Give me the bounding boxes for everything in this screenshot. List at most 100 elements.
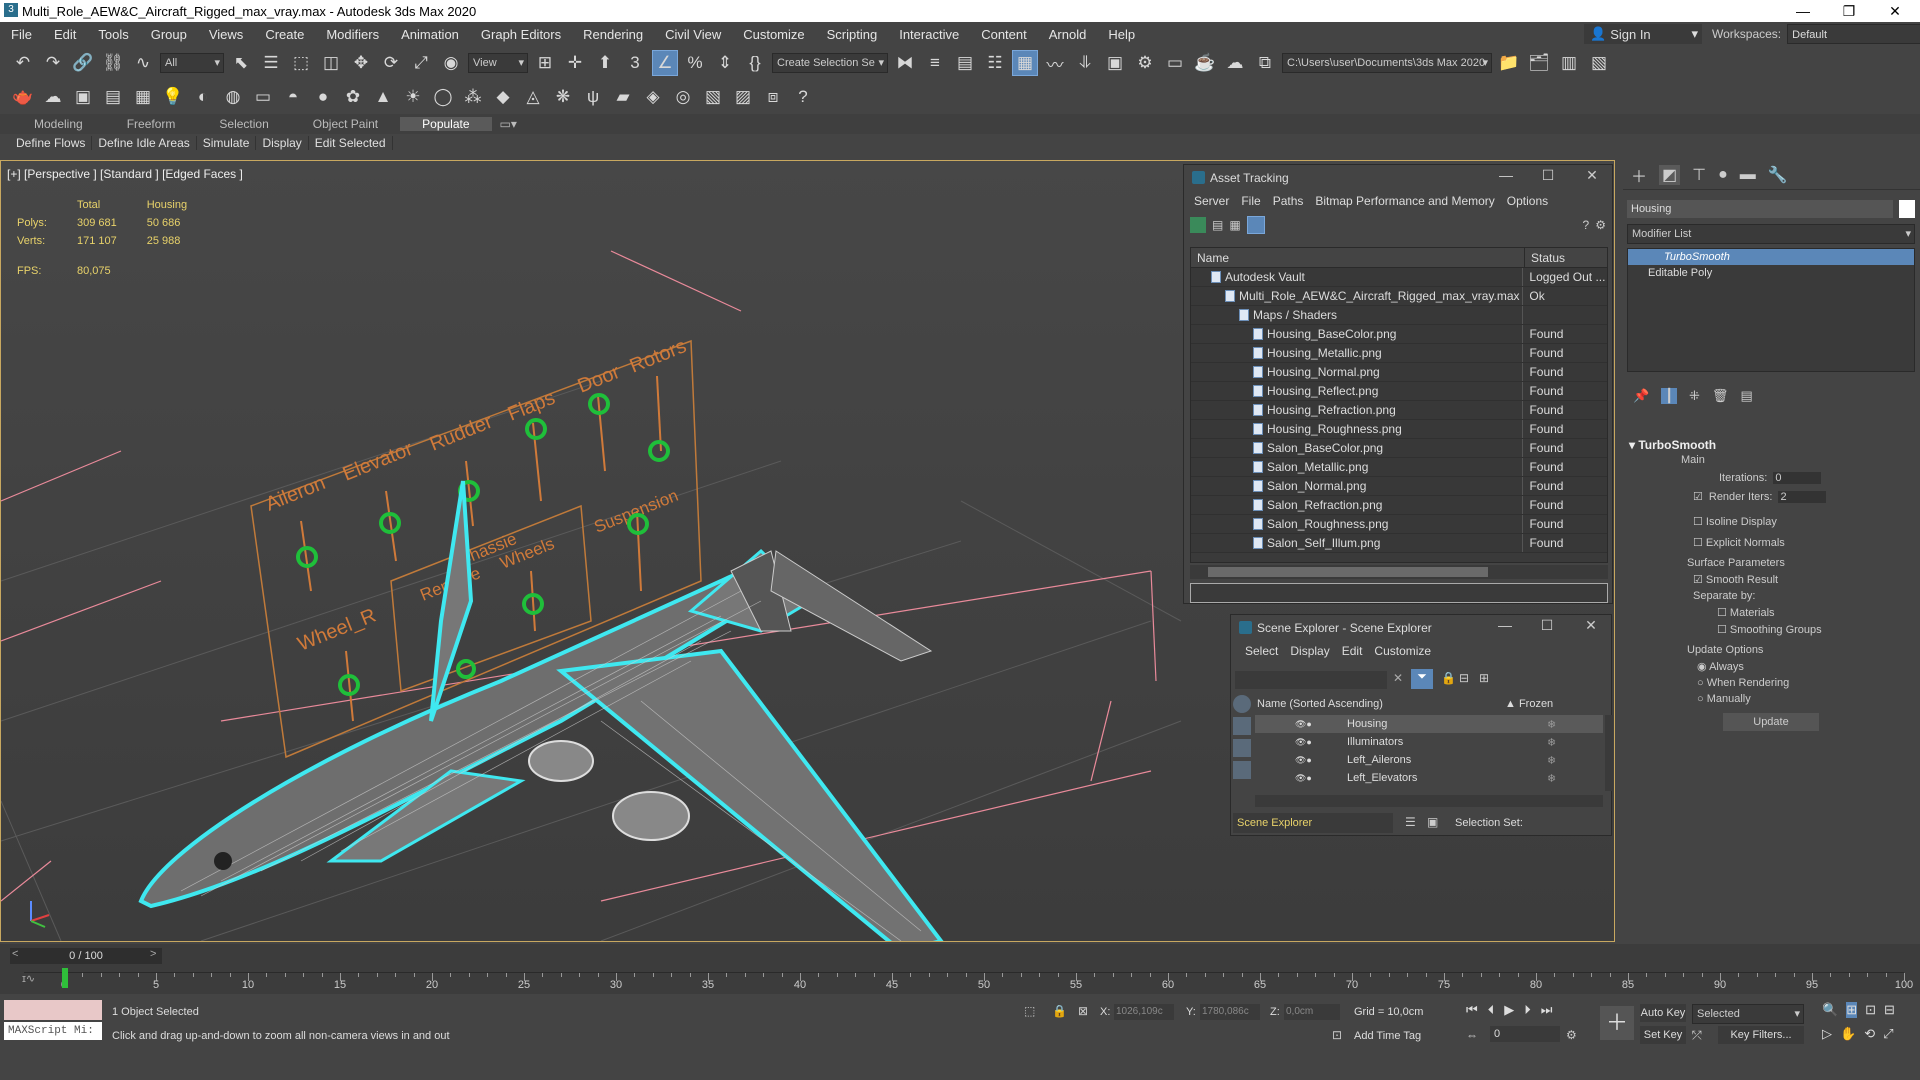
orbit-icon[interactable]: ⟲ [1864,1026,1875,1042]
timeline-track[interactable]: 0510152025303540455055606570758085909510… [24,972,1913,991]
rollout-title[interactable]: ▾ TurboSmooth [1629,438,1915,452]
menu-file[interactable]: File [0,27,43,42]
col-name-header[interactable]: Name [1191,248,1525,267]
scene-object-row[interactable]: 👁● Left_Elevators ❄ [1255,769,1603,787]
ies-light-icon[interactable]: ✿ [340,84,366,110]
smooth-result-checkbox[interactable]: ☑ Smooth Result [1629,573,1915,586]
zoom-extents-all-icon[interactable]: ⊟ [1884,1002,1895,1018]
visibility-icon[interactable]: 👁● [1255,773,1347,784]
show-end-result-icon[interactable]: ┃ [1661,388,1678,404]
vray-material-icon[interactable]: ◎ [670,84,696,110]
select-manipulate-icon[interactable]: ✛ [562,50,588,76]
project-folder-icon[interactable]: 📁 [1496,50,1522,76]
pan-icon[interactable]: ✋ [1840,1026,1856,1042]
ribbon-toggle-icon[interactable]: ▦ [1012,50,1038,76]
pivot-icon[interactable]: ⊞ [532,50,558,76]
rendered-frame-icon[interactable]: ▭ [1162,50,1188,76]
vray-proxy-icon[interactable]: ◆ [490,84,516,110]
selection-lock-icon[interactable]: 🔒 [1052,1004,1067,1018]
scale-icon[interactable]: ⤢ [408,50,434,76]
asset-row[interactable]: Salon_Roughness.png Found [1191,515,1607,534]
asset-row[interactable]: Housing_Roughness.png Found [1191,420,1607,439]
sign-in-button[interactable]: 👤 Sign In ▾ [1584,24,1702,44]
edit-named-selection-icon[interactable]: {} [742,50,768,76]
absolute-mode-icon[interactable]: ⊠ [1078,1004,1088,1018]
vray-converter-icon[interactable]: ⧈ [760,84,786,110]
freeze-icon[interactable]: ❄ [1517,754,1556,767]
minimize-icon[interactable]: — [1486,167,1526,183]
fur-icon[interactable]: ⁂ [460,84,486,110]
link-icon[interactable]: 🔗 [70,50,96,76]
menu-content[interactable]: Content [970,27,1038,42]
at-menu-bitmap[interactable]: Bitmap Performance and Memory [1309,194,1500,208]
light-icon[interactable] [1233,739,1251,757]
asset-row[interactable]: Salon_BaseColor.png Found [1191,439,1607,458]
time-tag-icon[interactable]: ⊡ [1332,1028,1342,1042]
modify-tab-icon[interactable]: ◩ [1659,164,1681,185]
set-key-big-icon[interactable]: ＋ [1600,1006,1634,1040]
close-icon[interactable]: ✕ [1872,0,1918,22]
named-selection-dropdown[interactable]: Create Selection Se [772,53,888,73]
explorer-type-dropdown[interactable]: Scene Explorer [1233,813,1393,833]
previous-frame-icon[interactable]: ⏴ [1488,1002,1495,1018]
camera-icon[interactable] [1233,761,1251,779]
y-coordinate-field[interactable]: 1780,086c [1200,1004,1260,1020]
key-filters-button[interactable]: Key Filters... [1718,1026,1804,1044]
freeze-icon[interactable]: ❄ [1517,718,1556,731]
asset-row[interactable]: Housing_Reflect.png Found [1191,382,1607,401]
clear-search-icon[interactable]: ✕ [1393,671,1403,685]
close-icon[interactable]: ✕ [1571,617,1611,634]
vertical-scrollbar[interactable] [1605,715,1613,791]
bind-space-warp-icon[interactable]: ∿ [130,50,156,76]
tab-selection[interactable]: Selection [197,117,290,131]
object-color-swatch[interactable] [1899,200,1915,218]
ambient-light-icon[interactable]: ▲ [370,84,396,110]
ribbon-options-icon[interactable]: ▭▾ [492,117,525,131]
tab-populate[interactable]: Populate [400,117,492,131]
col-status-header[interactable]: Status [1525,248,1565,267]
menu-rendering[interactable]: Rendering [572,27,654,42]
dome-light-icon[interactable]: ◓ [280,84,306,110]
display-tab-icon[interactable]: ▬ [1740,166,1756,184]
materials-checkbox[interactable]: ☐ Materials [1629,606,1915,619]
settings-icon[interactable]: ⚙ [1595,218,1606,232]
utilities-tab-icon[interactable]: 🔧 [1768,165,1788,185]
isoline-checkbox[interactable]: ☐ Isoline Display [1629,515,1915,528]
isolate-icon[interactable]: ⬚ [1024,1004,1035,1018]
maximize-icon[interactable]: ❐ [1826,0,1872,22]
project-path-dropdown[interactable]: C:\Users\user\Documents\3ds Max 2020 [1282,53,1492,73]
zoom-all-icon[interactable]: ⊞ [1846,1002,1858,1018]
asset-row[interactable]: Housing_Refraction.png Found [1191,401,1607,420]
at-menu-server[interactable]: Server [1188,194,1235,208]
keyboard-shortcut-icon[interactable]: ⬆ [592,50,618,76]
create-tab-icon[interactable]: ＋ [1631,163,1647,187]
reference-coord-dropdown[interactable]: View [468,53,528,73]
current-frame-field[interactable]: 0 [1490,1026,1560,1042]
arnold-icon[interactable]: ▥ [1556,50,1582,76]
lock-icon[interactable]: 🔒 [1441,671,1456,685]
vray-vfb-icon[interactable]: ▧ [700,84,726,110]
display-button[interactable]: Display [256,136,309,150]
layers-icon[interactable]: ☰ [1405,815,1416,829]
prev-frame-icon[interactable]: < [12,948,18,960]
sun-icon[interactable]: ☀ [400,84,426,110]
asset-row[interactable]: Autodesk Vault Logged Out ... [1191,268,1607,287]
z-coordinate-field[interactable]: 0,0cm [1284,1004,1340,1020]
edit-selected-button[interactable]: Edit Selected [309,136,393,150]
vray-decal-icon[interactable]: ▰ [610,84,636,110]
stack-item-turbosmooth[interactable]: TurboSmooth [1628,249,1914,265]
key-tangent-icon[interactable]: ⤱ [1692,1028,1702,1043]
vray-light-icon[interactable]: ◐ [190,84,216,110]
maximize-icon[interactable]: ☐ [1528,167,1568,184]
at-menu-paths[interactable]: Paths [1267,194,1310,208]
asset-row[interactable]: Multi_Role_AEW&C_Aircraft_Rigged_max_vra… [1191,287,1607,306]
flaps-handle[interactable] [525,418,547,440]
asset-row[interactable]: Salon_Self_Illum.png Found [1191,534,1607,553]
play-icon[interactable]: ▶ [1504,1002,1514,1018]
asset-row[interactable]: Maps / Shaders [1191,306,1607,325]
render-production-icon[interactable]: ☕ [1192,50,1218,76]
open-explorer-icon[interactable]: 🗂 [1526,50,1552,76]
object-name-field[interactable]: Housing [1627,200,1893,218]
next-key-icon[interactable]: ⏵ [1524,1002,1531,1018]
asset-row[interactable]: Salon_Refraction.png Found [1191,496,1607,515]
